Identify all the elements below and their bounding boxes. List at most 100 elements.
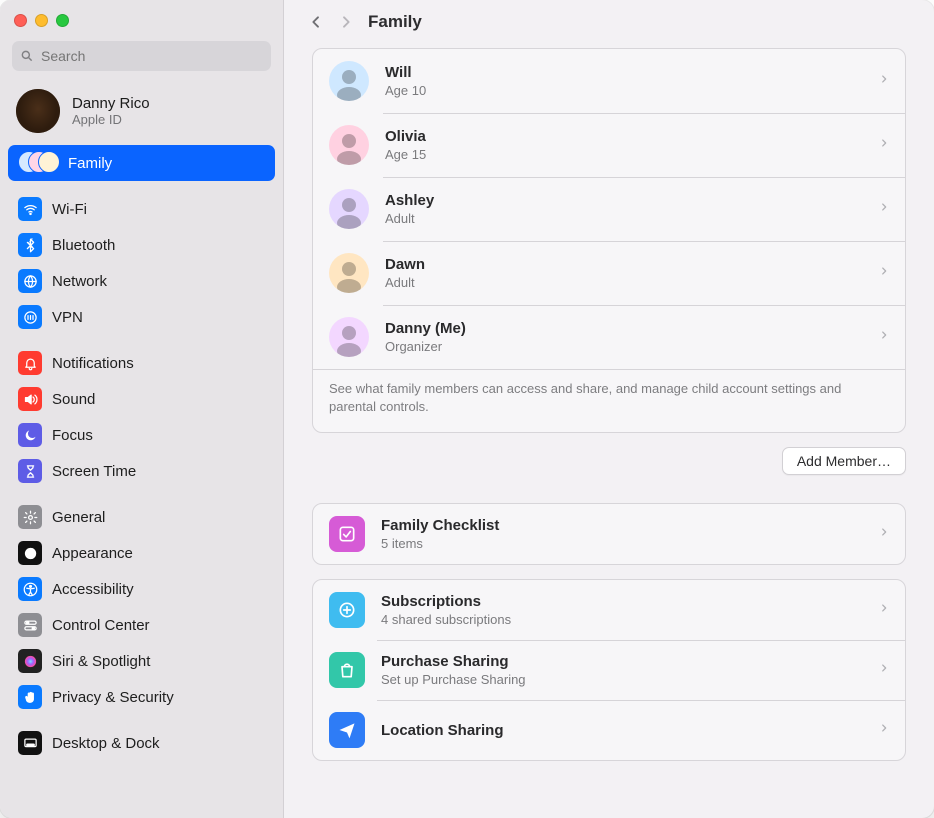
member-avatar [329,189,369,229]
sidebar-item-vpn[interactable]: VPN [8,299,275,335]
member-name: Danny (Me) [385,320,863,337]
pluscircle-icon [329,592,365,628]
sidebar-item-label: Focus [52,427,93,444]
bluetooth-icon [18,233,42,257]
sharing-row-purchase[interactable]: Purchase Sharing Set up Purchase Sharing [313,640,905,700]
member-avatar [329,125,369,165]
member-avatar [329,61,369,101]
sidebar-item-label: Desktop & Dock [52,735,160,752]
speaker-icon [18,387,42,411]
forward-button[interactable] [338,12,354,32]
sidebar-item-wifi[interactable]: Wi-Fi [8,191,275,227]
sidebar-item-privacy[interactable]: Privacy & Security [8,679,275,715]
sidebar-item-general[interactable]: General [8,499,275,535]
maximize-button[interactable] [56,14,69,27]
account-avatar [16,89,60,133]
family-member-row[interactable]: Dawn Adult [313,241,905,305]
sidebar-item-sound[interactable]: Sound [8,381,275,417]
chevron-right-icon [879,71,889,92]
sidebar-item-label: General [52,509,105,526]
gear-icon [18,505,42,529]
dock-icon [18,731,42,755]
sidebar-item-desktopdock[interactable]: Desktop & Dock [8,725,275,761]
vpn-icon [18,305,42,329]
account-subtitle: Apple ID [72,112,150,127]
sidebar-item-appearance[interactable]: Appearance [8,535,275,571]
sidebar-item-siri[interactable]: Siri & Spotlight [8,643,275,679]
chevron-right-icon [879,524,889,545]
add-member-button[interactable]: Add Member… [782,447,906,475]
sharing-row-location[interactable]: Location Sharing [313,700,905,760]
chevron-right-icon [879,720,889,741]
sidebar: Danny Rico Apple ID Family Wi-Fi Bluetoo… [0,0,284,818]
chevron-right-icon [879,263,889,284]
sidebar-nav[interactable]: Family Wi-Fi Bluetooth Network VPN Notif… [0,145,283,818]
member-subtitle: Adult [385,275,863,290]
chevron-left-icon [308,12,324,32]
member-name: Dawn [385,256,863,273]
settings-window: Danny Rico Apple ID Family Wi-Fi Bluetoo… [0,0,934,818]
sharing-row-subscriptions[interactable]: Subscriptions 4 shared subscriptions [313,580,905,640]
sharing-title: Purchase Sharing [381,653,863,670]
sharing-subtitle: 4 shared subscriptions [381,612,863,627]
wifi-icon [18,197,42,221]
accessibility-icon [18,577,42,601]
checklist-icon [329,516,365,552]
hourglass-icon [18,459,42,483]
window-controls [0,0,283,31]
sharing-panel: Subscriptions 4 shared subscriptions Pur… [312,579,906,761]
back-button[interactable] [308,12,324,32]
sidebar-item-controlcenter[interactable]: Control Center [8,607,275,643]
sidebar-item-bluetooth[interactable]: Bluetooth [8,227,275,263]
chevron-right-icon [338,12,354,32]
family-member-row[interactable]: Ashley Adult [313,177,905,241]
sidebar-item-label: Bluetooth [52,237,115,254]
sharing-title: Subscriptions [381,593,863,610]
sidebar-item-label: Wi-Fi [52,201,87,218]
family-checklist-row[interactable]: Family Checklist 5 items [313,504,905,564]
minimize-button[interactable] [35,14,48,27]
content-scroll[interactable]: Will Age 10 Olivia Age 15 Ashley Adult D… [284,42,934,818]
sidebar-item-label: Screen Time [52,463,136,480]
member-name: Will [385,64,863,81]
hand-icon [18,685,42,709]
main-pane: Family Will Age 10 Olivia Age 15 Ashl [284,0,934,818]
sidebar-item-focus[interactable]: Focus [8,417,275,453]
sidebar-item-label: Family [68,155,112,172]
family-member-row[interactable]: Will Age 10 [313,49,905,113]
account-name: Danny Rico [72,95,150,112]
sidebar-item-label: Sound [52,391,95,408]
search-input[interactable] [39,47,263,65]
toolbar: Family [284,0,934,42]
sidebar-item-network[interactable]: Network [8,263,275,299]
globe-icon [18,269,42,293]
moon-icon [18,423,42,447]
sidebar-item-family[interactable]: Family [8,145,275,181]
search-input-wrap[interactable] [12,41,271,71]
sidebar-item-label: Network [52,273,107,290]
switches-icon [18,613,42,637]
sidebar-item-accessibility[interactable]: Accessibility [8,571,275,607]
add-member-bar: Add Member… [312,447,906,475]
family-member-row[interactable]: Danny (Me) Organizer [313,305,905,369]
family-member-row[interactable]: Olivia Age 15 [313,113,905,177]
sidebar-item-appleid[interactable]: Danny Rico Apple ID [0,79,283,145]
family-checklist-panel: Family Checklist 5 items [312,503,906,565]
sidebar-item-label: Appearance [52,545,133,562]
sidebar-item-screentime[interactable]: Screen Time [8,453,275,489]
chevron-right-icon [879,135,889,156]
member-subtitle: Age 15 [385,147,863,162]
sidebar-item-notifications[interactable]: Notifications [8,345,275,381]
sidebar-item-label: Accessibility [52,581,134,598]
bag-icon [329,652,365,688]
member-avatar [329,253,369,293]
family-members-panel: Will Age 10 Olivia Age 15 Ashley Adult D… [312,48,906,433]
search-icon [20,49,34,63]
member-subtitle: Adult [385,211,863,226]
siri-icon [18,649,42,673]
close-button[interactable] [14,14,27,27]
sharing-title: Location Sharing [381,722,863,739]
chevron-right-icon [879,199,889,220]
family-avatars-icon [18,151,58,175]
member-subtitle: Age 10 [385,83,863,98]
